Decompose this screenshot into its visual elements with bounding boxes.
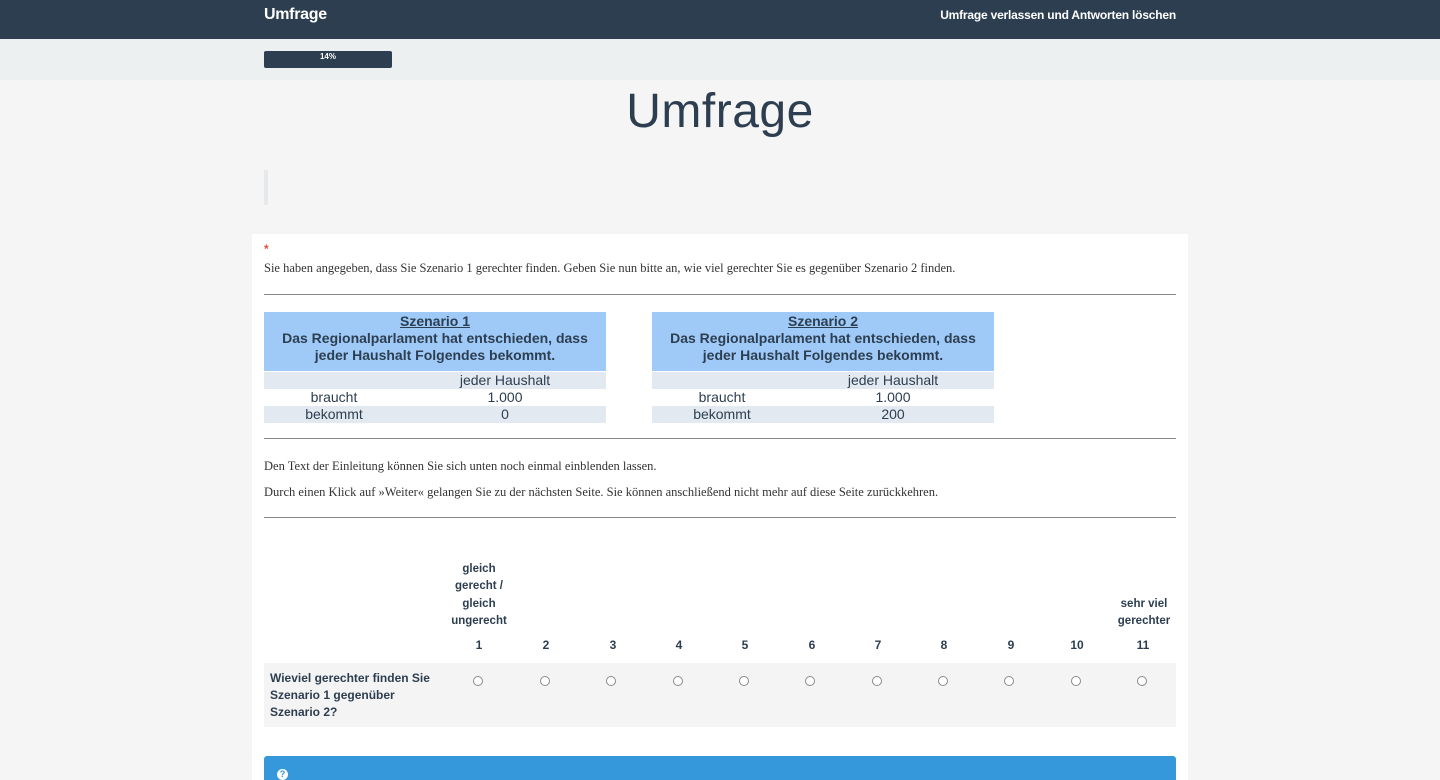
scenario-header: Szenario 1 Das Regionalparlament hat ent… — [264, 312, 606, 371]
scale-number: 8 — [940, 638, 948, 652]
table-header-row: jeder Haushalt — [264, 372, 606, 389]
progress-bar: 14% — [264, 51, 392, 68]
radio-option-5[interactable] — [739, 676, 749, 686]
scale-number: 1 — [475, 638, 483, 652]
progress-band: 14% — [0, 39, 1440, 80]
question-row-label: Wieviel gerechter finden Sie Szenario 1 … — [270, 671, 430, 719]
table-row: braucht 1.000 — [264, 389, 606, 406]
scenario-line1: Das Regionalparlament hat entschieden, d… — [282, 330, 588, 346]
scale-number: 3 — [609, 638, 617, 652]
table-row: bekommt 200 — [652, 406, 994, 423]
scale-number: 5 — [741, 638, 749, 652]
divider — [264, 517, 1176, 518]
scale-number: 6 — [808, 638, 816, 652]
scenario-line2: jeder Haushalt Folgendes bekommt. — [314, 347, 556, 363]
scale-number: 9 — [1007, 638, 1015, 652]
question-container: * Sie haben angegeben, dass Sie Szenario… — [252, 234, 1188, 780]
scenario-2-table: Szenario 2 Das Regionalparlament hat ent… — [652, 312, 994, 423]
radio-option-1[interactable] — [473, 676, 483, 686]
radio-option-8[interactable] — [938, 676, 948, 686]
radio-option-10[interactable] — [1071, 676, 1081, 686]
continue-notice-text: Durch einen Klick auf »Weiter« gelangen … — [264, 485, 939, 499]
scenario-1-table: Szenario 1 Das Regionalparlament hat ent… — [264, 312, 606, 423]
row-value: 200 — [881, 406, 905, 422]
scale-number: 4 — [675, 638, 683, 652]
divider — [264, 438, 1176, 439]
row-value: 1.000 — [875, 389, 911, 405]
row-label: bekommt — [305, 406, 363, 422]
exit-survey-link[interactable]: Umfrage verlassen und Antworten löschen — [940, 8, 1176, 22]
radio-option-3[interactable] — [606, 676, 616, 686]
answer-row: Wieviel gerechter finden Sie Szenario 1 … — [264, 663, 1176, 727]
row-value: 0 — [501, 406, 509, 422]
question-intro: Sie haben angegeben, dass Sie Szenario 1… — [264, 261, 956, 275]
scenario-line2: jeder Haushalt Folgendes bekommt. — [702, 347, 944, 363]
radio-option-2[interactable] — [540, 676, 550, 686]
intro-reminder-text: Den Text der Einleitung können Sie sich … — [264, 459, 657, 473]
row-label: braucht — [310, 389, 358, 405]
scale-right-anchor: sehr viel gerechter — [1117, 598, 1171, 628]
row-label: bekommt — [693, 406, 751, 422]
question-circle-icon: ? — [277, 769, 288, 780]
scenario-line1: Das Regionalparlament hat entschieden, d… — [670, 330, 976, 346]
table-row: bekommt 0 — [264, 406, 606, 423]
radio-option-11[interactable] — [1137, 676, 1147, 686]
required-marker: * — [264, 242, 269, 256]
scale-number: 10 — [1070, 638, 1084, 652]
progress-label: 14% — [319, 52, 336, 61]
brand-title[interactable]: Umfrage — [264, 6, 327, 24]
scale-number: 11 — [1136, 638, 1150, 652]
radio-option-7[interactable] — [872, 676, 882, 686]
table-header-row: jeder Haushalt — [652, 372, 994, 389]
column-header: jeder Haushalt — [847, 372, 939, 388]
radio-option-4[interactable] — [673, 676, 683, 686]
scenario-header: Szenario 2 Das Regionalparlament hat ent… — [652, 312, 994, 371]
row-value: 1.000 — [487, 389, 523, 405]
help-bar[interactable]: ? — [264, 756, 1176, 780]
scale-number: 2 — [542, 638, 550, 652]
row-label: braucht — [698, 389, 746, 405]
navbar: Umfrage Umfrage verlassen und Antworten … — [0, 0, 1440, 39]
radio-option-9[interactable] — [1004, 676, 1014, 686]
scenario-title: Szenario 2 — [787, 313, 859, 329]
scale-left-anchor: gleich gerecht / gleich ungerecht — [451, 563, 507, 627]
table-row: braucht 1.000 — [652, 389, 994, 406]
divider — [264, 294, 1176, 295]
column-header: jeder Haushalt — [459, 372, 551, 388]
scenario-title: Szenario 1 — [399, 313, 471, 329]
description-blockquote — [264, 170, 268, 205]
radio-option-6[interactable] — [805, 676, 815, 686]
scale-number: 7 — [874, 638, 882, 652]
page-title: Umfrage — [626, 85, 814, 138]
